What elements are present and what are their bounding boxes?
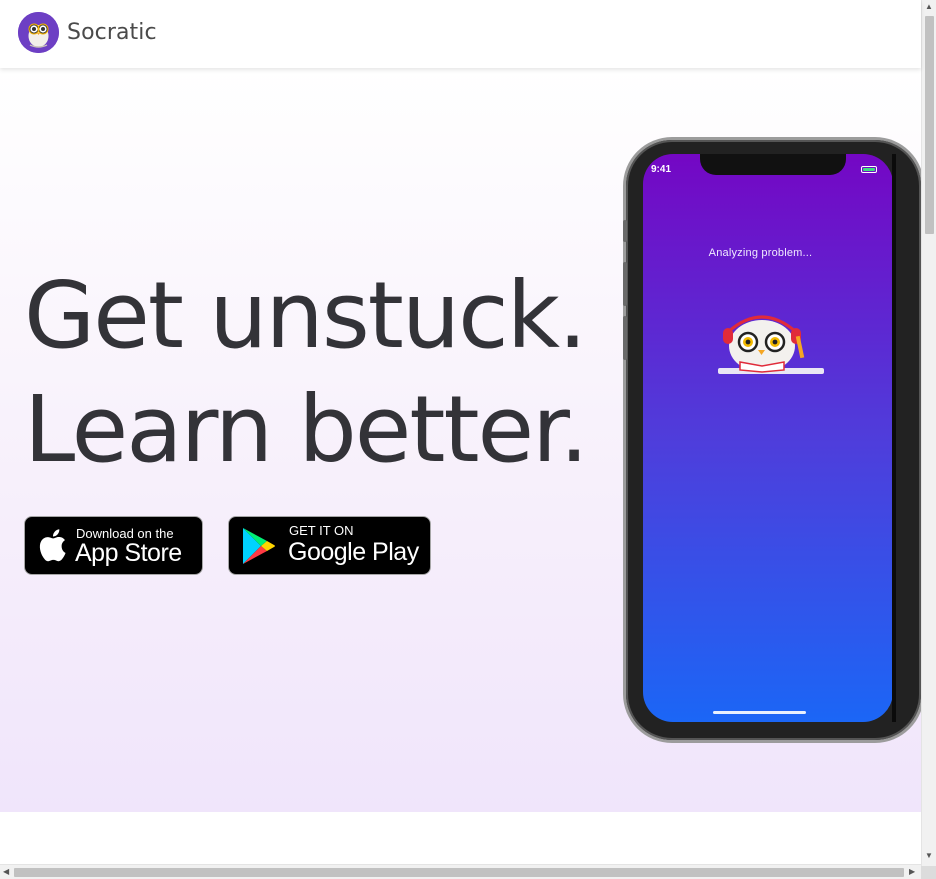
phone-side-button [623, 220, 627, 242]
app-store-button[interactable]: Download on the App Store [24, 516, 203, 575]
vertical-scroll-thumb[interactable] [925, 16, 934, 234]
phone-screen: 9:41 Analyzing problem... [643, 154, 893, 722]
hero-section: Get unstuck. Learn better. Download on t… [0, 68, 921, 812]
phone-notch [700, 154, 846, 175]
scroll-left-icon[interactable]: ◀ [3, 868, 9, 876]
google-play-button[interactable]: GET IT ON Google Play [228, 516, 431, 575]
google-play-big-text: Google Play [288, 538, 419, 566]
scroll-down-icon[interactable]: ▼ [925, 852, 933, 860]
phone-side-button [623, 262, 627, 306]
battery-icon [861, 166, 877, 173]
headline-line-1: Get unstuck. [24, 262, 587, 369]
brand-name[interactable]: Socratic [67, 20, 157, 45]
phone-frame-edge [892, 154, 896, 722]
google-play-icon [241, 526, 277, 571]
horizontal-scroll-thumb[interactable] [14, 868, 904, 877]
scroll-right-icon[interactable]: ▶ [909, 868, 915, 876]
owl-logo-icon[interactable] [18, 12, 59, 53]
phone-side-button [623, 316, 627, 360]
analyzing-text: Analyzing problem... [708, 247, 813, 259]
home-indicator [713, 711, 806, 714]
horizontal-scrollbar[interactable]: ◀ ▶ [0, 864, 921, 879]
vertical-scrollbar[interactable]: ▲ ▼ [921, 0, 936, 866]
google-play-small-text: GET IT ON [289, 523, 354, 538]
apple-icon [37, 528, 67, 567]
headline-line-2: Learn better. [24, 376, 589, 483]
owl-reading-icon [718, 308, 824, 385]
scroll-up-icon[interactable]: ▲ [925, 3, 933, 11]
app-store-big-text: App Store [75, 539, 182, 567]
scrollbar-corner [921, 866, 936, 879]
phone-mockup: 9:41 Analyzing problem... [623, 140, 921, 740]
status-time: 9:41 [651, 164, 672, 175]
site-header: Socratic [0, 0, 921, 68]
